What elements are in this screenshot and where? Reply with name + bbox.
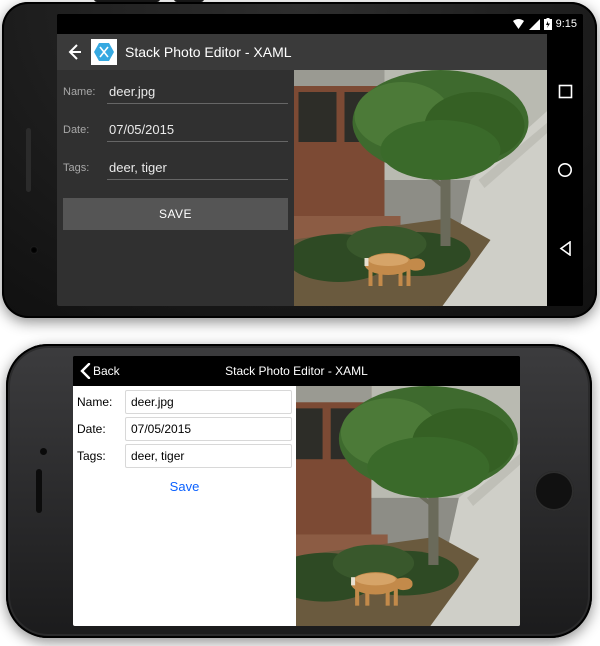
earpiece [26, 128, 31, 192]
date-label: Date: [63, 124, 107, 136]
date-label: Date: [77, 422, 125, 436]
back-label: Back [93, 364, 120, 378]
content-area: Name: Date: Tags: SAVE [57, 70, 547, 306]
home-button[interactable] [557, 162, 573, 178]
chevron-left-icon [79, 363, 91, 379]
tags-input[interactable] [125, 444, 292, 468]
save-button[interactable]: Save [77, 478, 292, 495]
tags-input[interactable] [107, 156, 288, 180]
tags-label: Tags: [63, 162, 107, 174]
status-bar: 9:15 [57, 14, 583, 34]
name-input[interactable] [125, 390, 292, 414]
name-label: Name: [77, 395, 125, 409]
app-title: Stack Photo Editor - XAML [125, 44, 292, 60]
date-input[interactable] [125, 417, 292, 441]
iphone-screen: Back Stack Photo Editor - XAML Name: Dat… [73, 356, 520, 626]
date-input[interactable] [107, 118, 288, 142]
earpiece [36, 469, 42, 513]
home-button[interactable] [534, 471, 574, 511]
name-row: Name: [77, 390, 292, 414]
front-camera [40, 448, 47, 455]
iphone-device: Back Stack Photo Editor - XAML Name: Dat… [6, 344, 592, 638]
nav-title: Stack Photo Editor - XAML [139, 364, 454, 378]
date-row: Date: [63, 118, 288, 142]
system-nav-bar [547, 34, 583, 306]
name-label: Name: [63, 86, 107, 98]
wifi-icon [512, 19, 525, 30]
back-button[interactable]: Back [79, 363, 139, 379]
tags-row: Tags: [77, 444, 292, 468]
recent-apps-button[interactable] [558, 84, 573, 99]
app-bar: Stack Photo Editor - XAML [57, 34, 583, 70]
edit-form: Name: Date: Tags: SAVE [57, 70, 294, 306]
name-input[interactable] [107, 80, 288, 104]
front-camera [30, 246, 38, 254]
nav-bar: Back Stack Photo Editor - XAML [73, 356, 520, 386]
xamarin-logo-icon [91, 39, 117, 65]
back-button[interactable] [65, 43, 83, 61]
battery-icon [544, 18, 552, 30]
content-area: Name: Date: Tags: Save [73, 386, 520, 626]
android-device: 9:15 Stack Photo Editor - XAML [2, 2, 597, 318]
edit-form: Name: Date: Tags: Save [73, 386, 296, 626]
status-time: 9:15 [556, 18, 577, 30]
tags-label: Tags: [77, 449, 125, 463]
save-button[interactable]: SAVE [63, 198, 288, 230]
tags-row: Tags: [63, 156, 288, 180]
date-row: Date: [77, 417, 292, 441]
android-screen: 9:15 Stack Photo Editor - XAML [57, 14, 583, 306]
name-row: Name: [63, 80, 288, 104]
back-nav-button[interactable] [558, 241, 573, 256]
signal-icon [529, 19, 540, 30]
photo-preview [296, 386, 520, 626]
photo-preview [294, 70, 547, 306]
